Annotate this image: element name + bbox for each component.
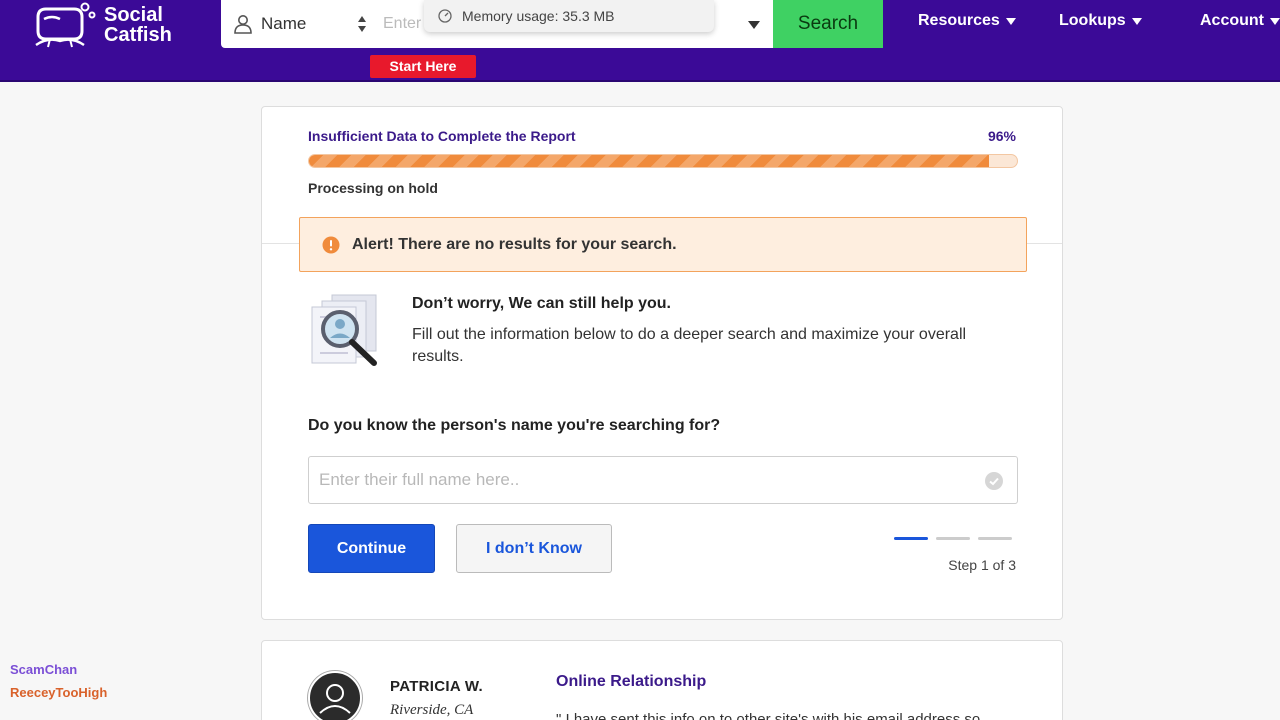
gauge-icon (438, 9, 452, 23)
nav-lookups-label: Lookups (1059, 12, 1126, 29)
nav-resources-label: Resources (918, 12, 1000, 29)
sort-arrows-icon (358, 16, 366, 32)
user-avatar-icon (319, 684, 351, 714)
results-card: Insufficient Data to Complete the Report… (261, 106, 1063, 620)
step-dot (894, 537, 928, 540)
testimonial-heading: Online Relationship (556, 673, 707, 690)
logo-text: Social Catfish (104, 5, 172, 45)
help-body: Fill out the information below to do a d… (412, 326, 967, 365)
person-icon (234, 15, 252, 34)
memory-usage-tooltip: Memory usage: 35.3 MB (424, 0, 714, 32)
nav-account[interactable]: Account (1200, 12, 1280, 30)
chat-message: ScamChan (10, 662, 115, 677)
dropdown-caret-icon[interactable] (748, 20, 760, 30)
search-type-select[interactable]: Name (221, 0, 371, 48)
progress-percent: 96% (987, 128, 1016, 144)
avatar (308, 671, 362, 720)
full-name-input[interactable] (309, 457, 969, 503)
testimonial-quote: " I have sent this info on to other site… (556, 711, 981, 720)
chat-username: ReeceyTooHigh (10, 685, 108, 700)
continue-button[interactable]: Continue (308, 524, 435, 573)
name-question: Do you know the person's name you're sea… (308, 417, 721, 434)
magnifier-search-icon (311, 294, 377, 366)
step-indicator (894, 537, 1012, 540)
testimonial-location: Riverside, CA (390, 702, 474, 718)
check-circle-icon (985, 472, 1003, 490)
no-results-alert: Alert! There are no results for your sea… (299, 217, 1027, 272)
progress-bar-fill (309, 155, 989, 167)
testimonial-name: PATRICIA W. (390, 678, 484, 695)
help-title: Don’t worry, We can still help you. (412, 295, 671, 312)
full-name-field (308, 456, 1018, 504)
search-type-label: Name (261, 14, 307, 33)
dont-know-button[interactable]: I don’t Know (456, 524, 612, 573)
progress-bar (308, 154, 1018, 168)
chevron-down-icon (1131, 17, 1142, 25)
start-here-badge: Start Here (370, 55, 476, 78)
alert-text: Alert! There are no results for your sea… (352, 235, 677, 253)
chat-overlay: ScamChan ReeceyTooHigh (10, 662, 115, 708)
logo-text-line1: Social (104, 4, 163, 26)
nav-resources[interactable]: Resources (918, 12, 1016, 30)
nav-account-label: Account (1200, 12, 1264, 29)
catfish-logo-icon (35, 2, 96, 48)
search-button[interactable]: Search (773, 0, 883, 48)
step-dot (936, 537, 970, 540)
nav-lookups[interactable]: Lookups (1059, 12, 1142, 30)
chevron-down-icon (1270, 17, 1280, 25)
chat-username: ScamChan (10, 662, 78, 677)
testimonial-card: PATRICIA W. Riverside, CA Online Relatio… (261, 640, 1063, 720)
site-logo[interactable]: Social Catfish (30, 0, 172, 50)
logo-text-line2: Catfish (104, 24, 172, 46)
chevron-down-icon (1005, 17, 1016, 25)
memory-usage-text: Memory usage: 35.3 MB (462, 8, 615, 24)
chat-message: ReeceyTooHigh (10, 685, 115, 700)
step-dot (978, 537, 1012, 540)
alert-info-icon (322, 236, 340, 253)
step-label: Step 1 of 3 (948, 557, 1016, 573)
progress-status: Processing on hold (308, 180, 438, 196)
progress-title: Insufficient Data to Complete the Report (308, 128, 576, 144)
